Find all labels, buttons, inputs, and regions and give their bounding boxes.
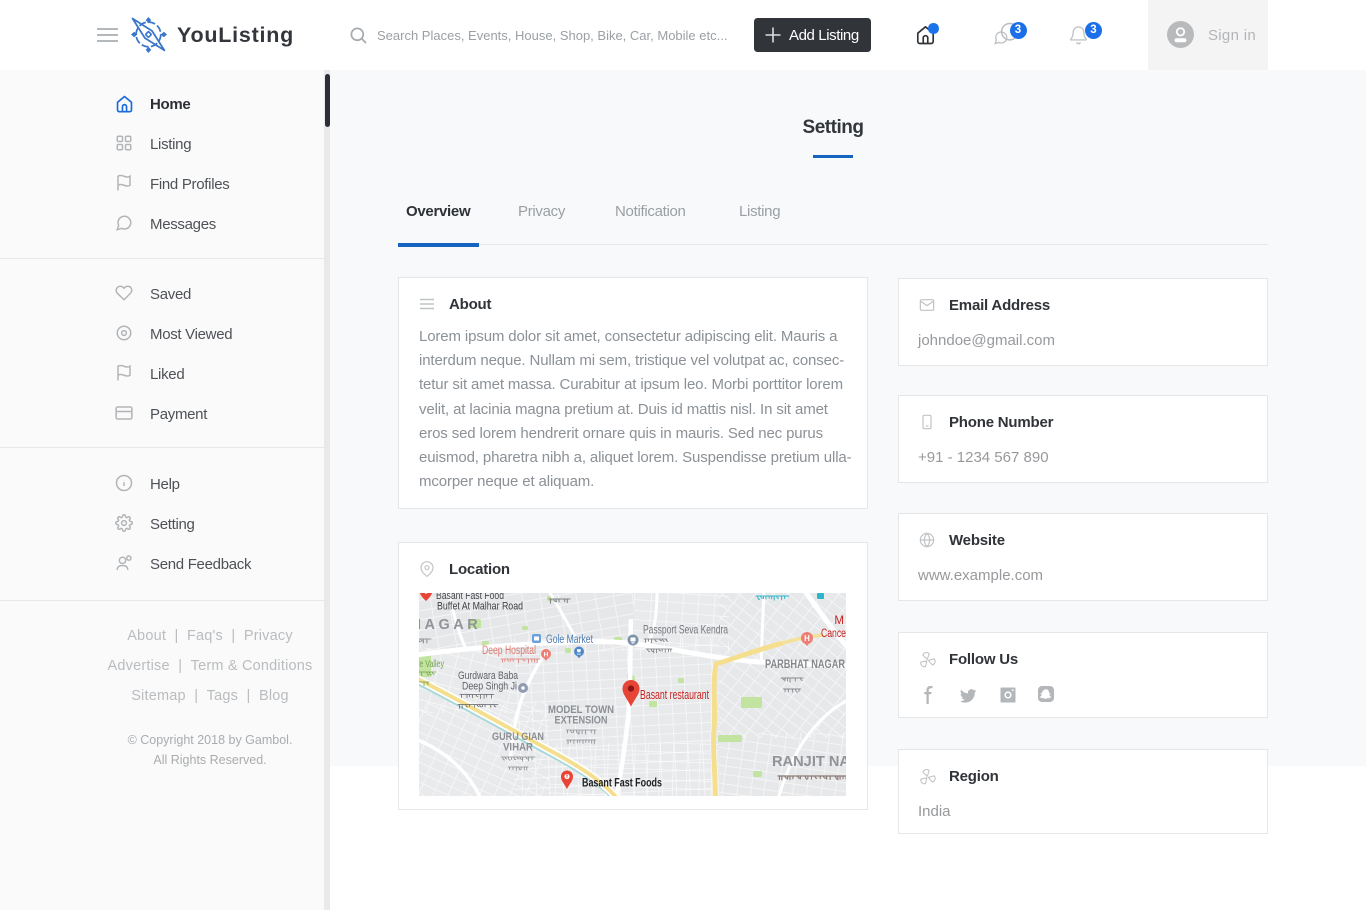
- svg-text:H: H: [804, 634, 810, 643]
- svg-text:EXTENSION: EXTENSION: [555, 715, 608, 727]
- svg-text:Buffet At Malhar Road: Buffet At Malhar Road: [437, 601, 523, 613]
- svg-text:Passport Seva Kendra: Passport Seva Kendra: [643, 623, 728, 637]
- svg-text:re Valley: re Valley: [419, 658, 445, 670]
- svg-text:Basant restaurant: Basant restaurant: [640, 688, 709, 702]
- svg-text:Basant Fast Foods: Basant Fast Foods: [582, 776, 662, 790]
- svg-text:H: H: [544, 652, 549, 659]
- svg-text:Deep Hospital: Deep Hospital: [482, 645, 536, 657]
- svg-text:IAGAR: IAGAR: [419, 617, 481, 633]
- svg-text:Deep Singh Ji: Deep Singh Ji: [462, 681, 517, 693]
- svg-text:M: M: [834, 615, 844, 627]
- svg-text:VIHAR: VIHAR: [503, 742, 533, 754]
- svg-text:RANJIT NA: RANJIT NA: [772, 754, 846, 770]
- svg-text:PARBHAT NAGAR: PARBHAT NAGAR: [765, 659, 846, 671]
- svg-text:Cance: Cance: [821, 628, 846, 640]
- svg-text:Gole Market: Gole Market: [546, 634, 594, 646]
